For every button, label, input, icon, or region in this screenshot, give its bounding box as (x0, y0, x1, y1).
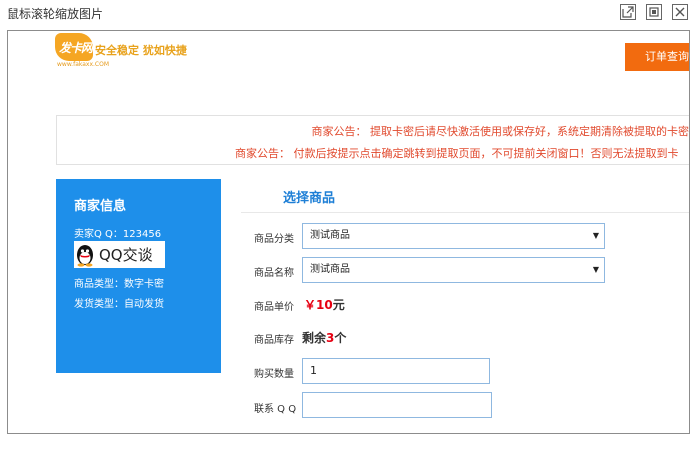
stock-label: 商品库存 (254, 335, 294, 346)
logo-text: 发卡网 (59, 41, 93, 55)
seller-qq-label: 卖家Q Q： (74, 229, 123, 240)
image-viewer: 鼠标滚轮缩放图片 发卡网 www.fakaxx.COM 安全稳定 犹如快捷 订单… (0, 0, 698, 462)
seller-info-panel: 商家信息 卖家Q Q：123456 QQ交谈 商品类型：数字卡密 发货类型：自动… (56, 179, 221, 373)
product-name-select-value: 测试商品 (310, 264, 350, 275)
page-frame: 发卡网 www.fakaxx.COM 安全稳定 犹如快捷 订单查询 商家公告： … (7, 30, 690, 434)
price-value: ￥10元 (304, 296, 345, 313)
select-product-title: 选择商品 (283, 191, 336, 206)
dropdown-arrow-icon: ▼ (592, 265, 599, 274)
stock-unit: 个 (334, 331, 347, 345)
site-logo[interactable]: 发卡网 www.fakaxx.COM 安全稳定 犹如快捷 (55, 32, 195, 68)
order-query-button[interactable]: 订单查询 (625, 43, 689, 71)
seller-qq: 卖家Q Q：123456 (74, 225, 161, 240)
close-button[interactable] (672, 4, 688, 20)
viewer-title: 鼠标滚轮缩放图片 (7, 7, 104, 21)
seller-product-type: 商品类型：数字卡密 (74, 279, 164, 290)
quantity-input[interactable]: 1 (302, 358, 490, 384)
window-controls (620, 4, 688, 20)
contact-qq-label: 联系 Q Q (254, 404, 297, 415)
category-select[interactable]: 测试商品 ▼ (302, 223, 605, 249)
notice-line: 商家公告： 付款后按提示点击确定跳转到提取页面，不可提前关闭窗口！否则无法提取到… (235, 147, 679, 160)
quantity-input-value: 1 (310, 364, 317, 377)
logo-badge: 发卡网 (55, 33, 93, 61)
title-divider (241, 212, 689, 213)
seller-qq-number: 123456 (122, 229, 162, 240)
open-external-button[interactable] (620, 4, 636, 20)
contact-qq-input[interactable] (302, 392, 492, 418)
qq-penguin-icon (77, 244, 93, 267)
price-label: 商品单价 (254, 302, 294, 313)
stock-prefix: 剩余 (302, 331, 327, 345)
price-number: 10 (316, 298, 333, 312)
product-name-label: 商品名称 (254, 268, 294, 279)
category-select-value: 测试商品 (310, 230, 350, 241)
close-icon (675, 7, 685, 17)
price-symbol: ￥ (304, 298, 317, 312)
open-external-icon (622, 6, 634, 18)
notice-box: 商家公告： 提取卡密后请尽快激活使用或保存好，系统定期清除被提取的卡密 商家公告… (56, 115, 690, 165)
maximize-icon (649, 7, 659, 17)
qq-chat-label: QQ交谈 (99, 246, 153, 264)
quantity-label: 购买数量 (254, 369, 294, 380)
logo-url: www.fakaxx.COM (57, 61, 110, 68)
slogan: 安全稳定 犹如快捷 (95, 44, 187, 57)
product-name-select[interactable]: 测试商品 ▼ (302, 257, 605, 283)
category-label: 商品分类 (254, 234, 294, 245)
qq-chat-button[interactable]: QQ交谈 (74, 241, 165, 268)
maximize-button[interactable] (646, 4, 662, 20)
seller-info-title: 商家信息 (74, 199, 127, 214)
stock-value: 剩余3个 (302, 329, 346, 346)
price-unit: 元 (332, 298, 345, 312)
seller-delivery-type: 发货类型：自动发货 (74, 299, 164, 310)
notice-line: 商家公告： 提取卡密后请尽快激活使用或保存好，系统定期清除被提取的卡密 (311, 125, 690, 138)
dropdown-arrow-icon: ▼ (592, 231, 599, 240)
